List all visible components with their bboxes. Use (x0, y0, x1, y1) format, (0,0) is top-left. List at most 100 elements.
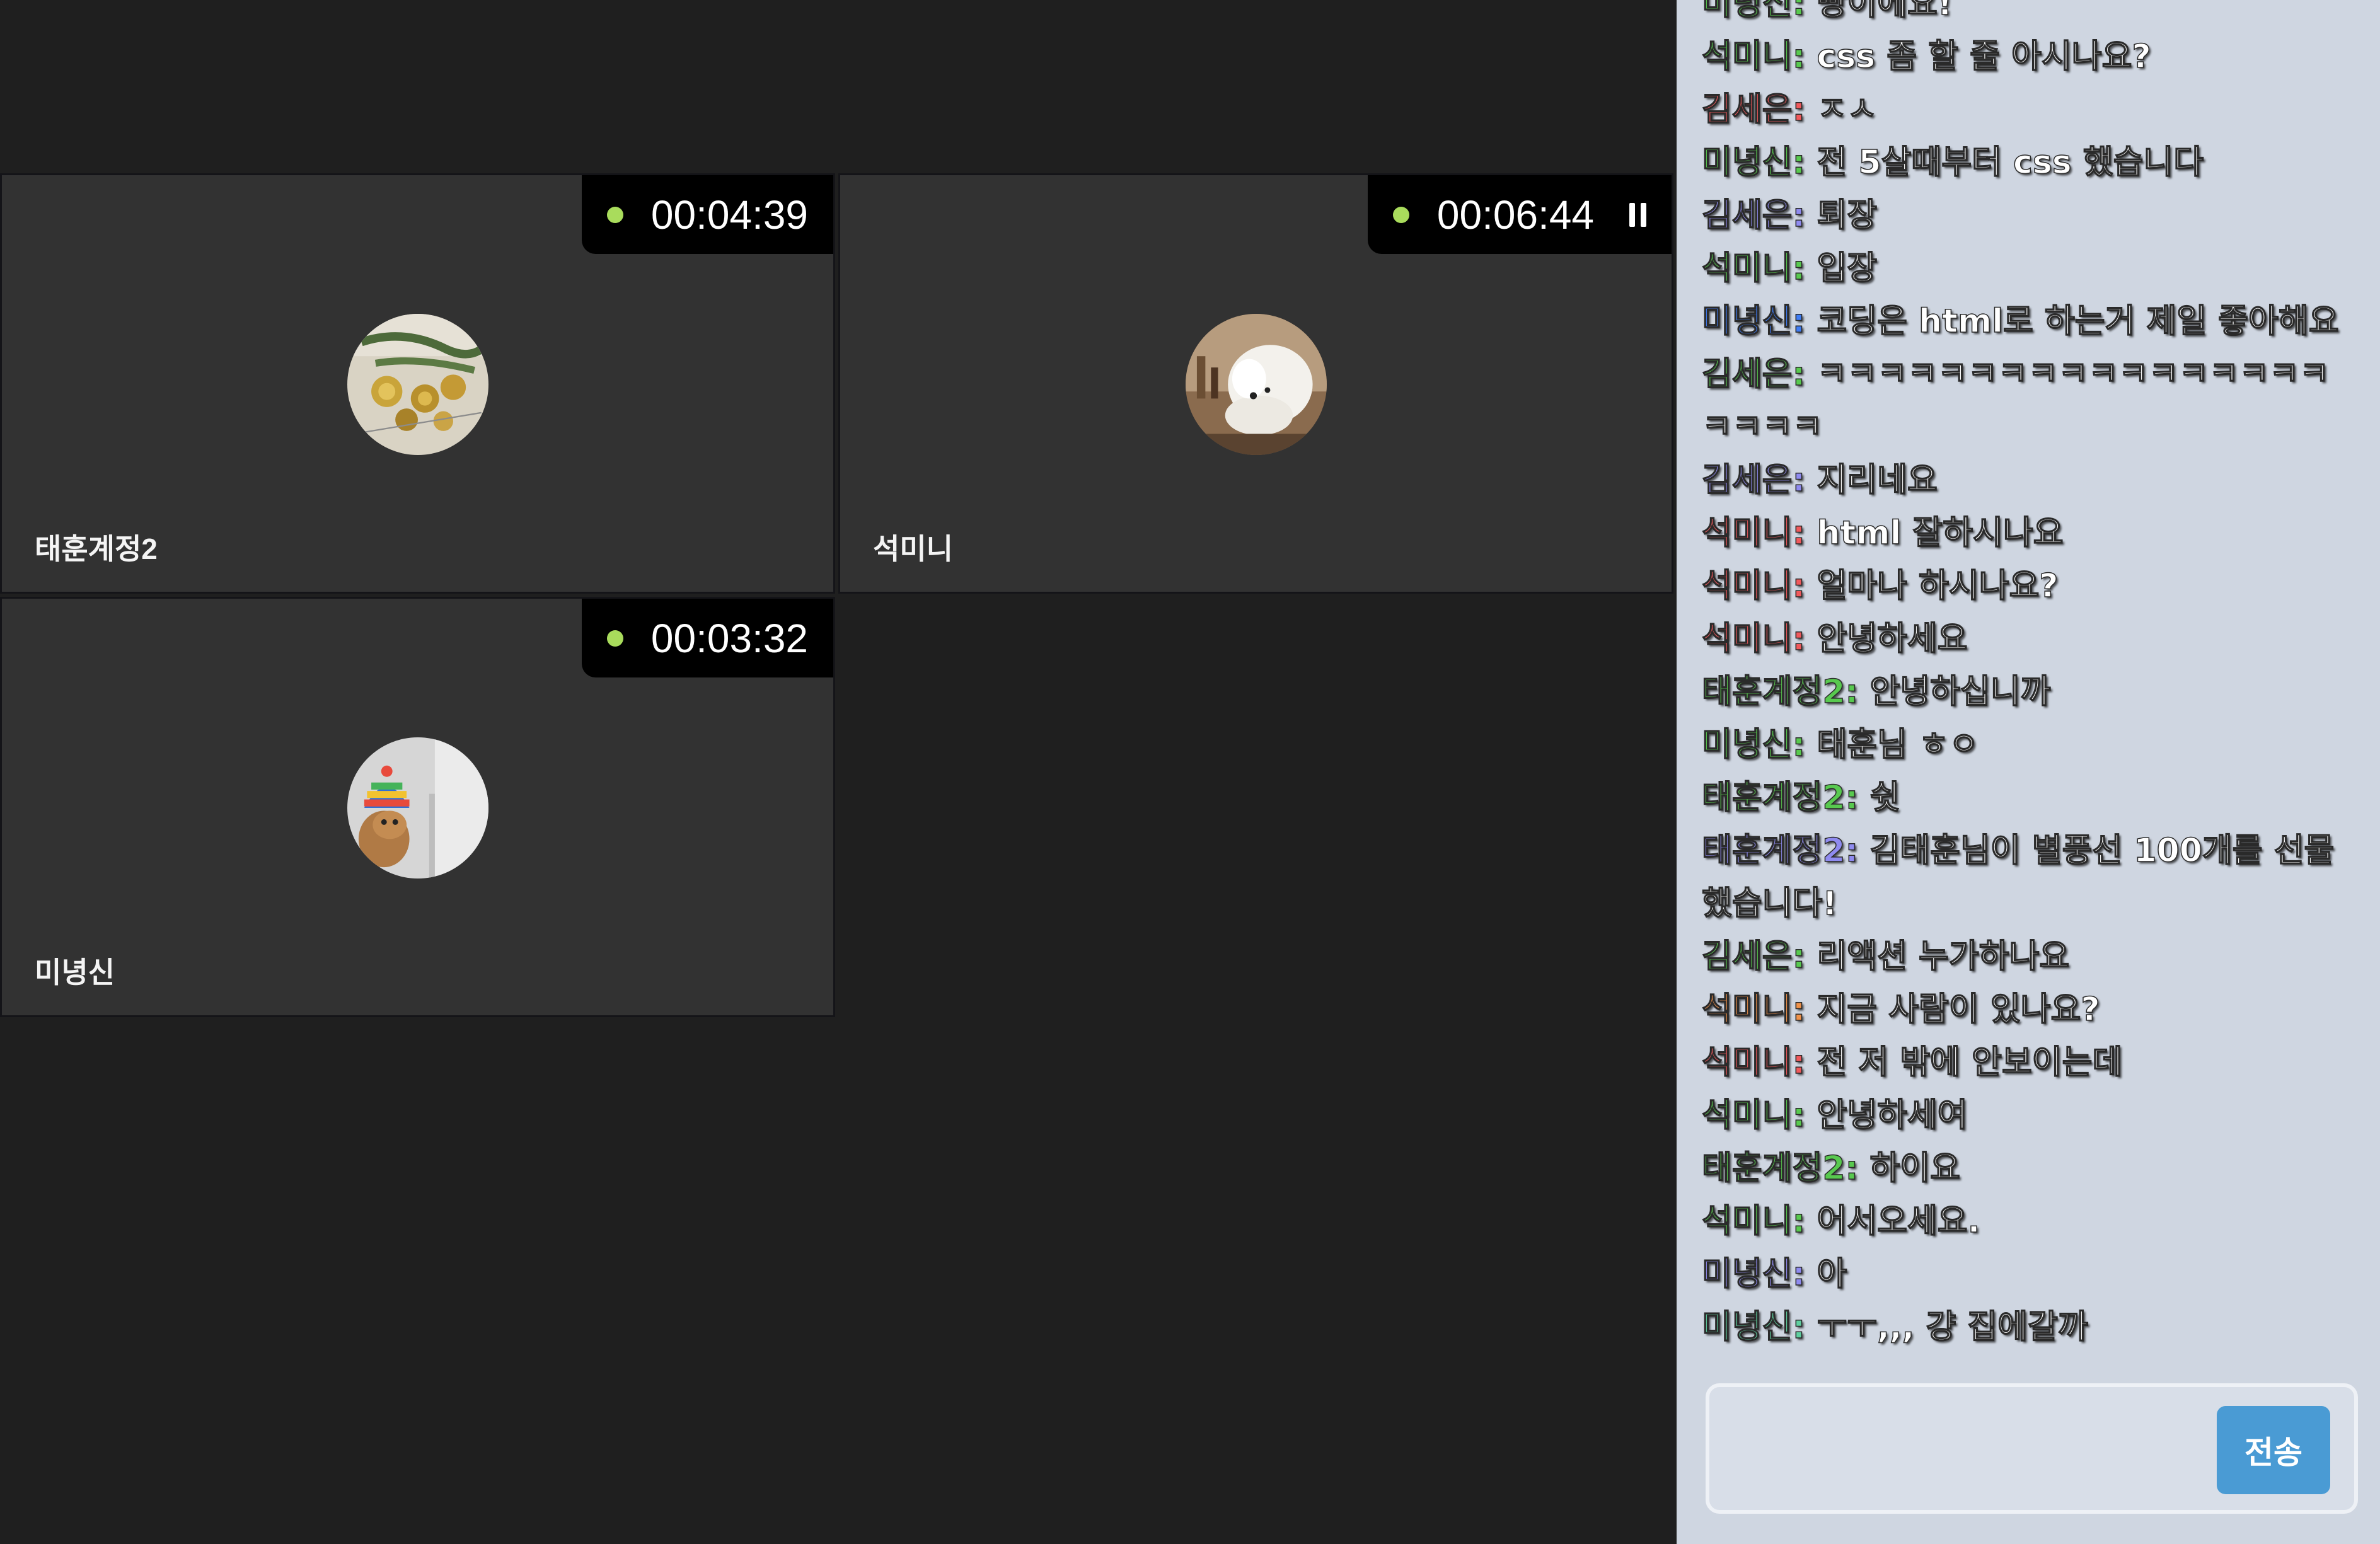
chat-sender-name: 태훈계정2 (1701, 1149, 1846, 1188)
timer-text: 00:04:39 (650, 192, 808, 238)
chat-message-text: 얼마나 하시나요? (1817, 567, 2059, 606)
chat-message: 미녕신: 아 (1701, 1248, 2355, 1301)
chat-message: 태훈계정2: 김태훈님이 별풍선 100개를 선물했습니다! (1701, 824, 2355, 930)
chat-sender-name: 김세은 (1701, 355, 1793, 394)
chat-panel: 미녕신: 빵이에요! 석미니: css 좀 할 줄 아시나요? 김세은: ㅈㅅ 미녕신… (1677, 0, 2380, 1544)
chat-message-text: ㅜㅜ,,, 걍 집에갈까 (1817, 1308, 2089, 1347)
chat-separator: : (1845, 1149, 1870, 1188)
chat-separator: : (1792, 461, 1817, 500)
chat-separator: : (1792, 90, 1817, 129)
chat-message-text: 아 (1817, 1255, 1847, 1294)
chat-sender-name: 미녕신 (1701, 1255, 1793, 1294)
chat-message-text: 입장 (1817, 249, 1878, 288)
chat-sender-name: 김세은 (1701, 461, 1793, 500)
chat-message: 석미니: 안녕하세여 (1701, 1089, 2355, 1142)
chat-message: 미녕신: 코딩은 html로 하는거 제일 좋아해요 (1701, 295, 2355, 348)
chat-separator: : (1792, 1096, 1817, 1135)
chat-message: 석미니: 전 저 밖에 안보이는데 (1701, 1036, 2355, 1089)
chat-message-text: 코딩은 html로 하는거 제일 좋아해요 (1817, 302, 2340, 341)
chat-sender-name: 태훈계정2 (1701, 831, 1846, 870)
chat-message: 석미니: css 좀 할 줄 아시나요? (1701, 30, 2355, 83)
chat-message-text: 지금 사람이 있나요? (1817, 990, 2101, 1029)
participant-name: 태훈계정2 (35, 533, 158, 565)
chat-message: 김세은: 리액션 누가하나요 (1701, 930, 2355, 983)
video-tile[interactable]: 00:03:32 미녕신 (0, 597, 835, 1017)
pause-icon[interactable] (1629, 202, 1646, 228)
chat-message-text: 태훈님 ㅎㅇ (1817, 725, 1980, 764)
chat-separator: : (1792, 619, 1817, 659)
chat-sender-name: 석미니 (1701, 1043, 1793, 1082)
chat-message-text: 안녕하십니까 (1869, 672, 2052, 712)
chat-separator: : (1792, 937, 1817, 976)
chat-separator: : (1792, 1255, 1817, 1294)
send-button[interactable]: 전송 (2217, 1406, 2330, 1494)
chat-separator: : (1792, 37, 1817, 76)
chat-sender-name: 미녕신 (1701, 302, 1793, 341)
chat-sender-name: 석미니 (1701, 37, 1793, 76)
chat-message: 석미니: 지금 사람이 있나요? (1701, 983, 2355, 1036)
chat-message-text: html 잘하시나요 (1817, 514, 2064, 553)
chat-message-list: 미녕신: 빵이에요! 석미니: css 좀 할 줄 아시나요? 김세은: ㅈㅅ 미녕신… (1701, 0, 2355, 1354)
call-timer: 00:06:44 (1367, 175, 1672, 254)
chat-separator: : (1792, 143, 1817, 182)
chat-separator: : (1792, 514, 1817, 553)
timer-text: 00:03:32 (650, 615, 808, 661)
chat-separator: : (1792, 1308, 1817, 1347)
chat-sender-name: 미녕신 (1701, 1308, 1793, 1347)
chat-message-text: 안녕하세여 (1817, 1096, 1968, 1135)
chat-message: 석미니: 얼마나 하시나요? (1701, 560, 2355, 613)
chat-separator: : (1792, 725, 1817, 764)
chat-message-text: 쉿 (1869, 778, 1900, 817)
chat-message: 미녕신: ㅜㅜ,,, 걍 집에갈까 (1701, 1301, 2355, 1354)
chat-input-box: 전송 (1706, 1383, 2358, 1514)
chat-message-text: 전 저 밖에 안보이는데 (1817, 1043, 2123, 1082)
video-tile[interactable]: 00:06:44 석미니 (838, 173, 1673, 594)
chat-separator: : (1792, 567, 1817, 606)
chat-sender-name: 미녕신 (1701, 143, 1793, 182)
chat-sender-name: 김세은 (1701, 196, 1793, 235)
chat-separator: : (1792, 1202, 1817, 1241)
chat-sender-name: 태훈계정2 (1701, 672, 1846, 712)
video-grid: 00:04:39 태훈계정2 00:06:44 석미니 00:03:32 미녕신 (0, 0, 1677, 1544)
chat-message: 태훈계정2: 안녕하십니까 (1701, 665, 2355, 718)
participant-name: 미녕신 (35, 956, 115, 989)
chat-sender-name: 석미니 (1701, 990, 1793, 1029)
chat-separator: : (1792, 1043, 1817, 1082)
chat-separator: : (1792, 990, 1817, 1029)
chat-message: 김세은: 퇴장 (1701, 189, 2355, 242)
chat-message-text: 어서오세요. (1817, 1202, 1980, 1241)
avatar (1185, 314, 1327, 455)
chat-sender-name: 태훈계정2 (1701, 778, 1846, 817)
chat-separator: : (1792, 249, 1817, 288)
chat-sender-name: 석미니 (1701, 249, 1793, 288)
chat-separator: : (1845, 778, 1870, 817)
chat-separator: : (1792, 355, 1817, 394)
chat-message: 석미니: 어서오세요. (1701, 1195, 2355, 1248)
chat-sender-name: 미녕신 (1701, 725, 1793, 764)
chat-message-text: 리액션 누가하나요 (1817, 937, 2070, 976)
chat-message-text: 하이요 (1869, 1149, 1961, 1188)
chat-sender-name: 석미니 (1701, 619, 1793, 659)
chat-message-text: 퇴장 (1817, 196, 1878, 235)
timer-text: 00:06:44 (1436, 192, 1594, 238)
chat-message: 미녕신: 태훈님 ㅎㅇ (1701, 718, 2355, 771)
chat-message: 석미니: 안녕하세요 (1701, 613, 2355, 665)
chat-message: 석미니: 입장 (1701, 242, 2355, 295)
participant-name: 석미니 (873, 533, 953, 565)
live-indicator-icon (606, 206, 623, 223)
avatar (347, 737, 488, 879)
chat-message-text: css 좀 할 줄 아시나요? (1817, 37, 2152, 76)
chat-message-text: 지리네요 (1817, 461, 1938, 500)
chat-sender-name: 미녕신 (1701, 0, 1793, 23)
video-tile[interactable]: 00:04:39 태훈계정2 (0, 173, 835, 594)
live-indicator-icon (606, 630, 623, 647)
chat-separator: : (1845, 831, 1870, 870)
chat-separator: : (1845, 672, 1870, 712)
chat-message: 태훈계정2: 하이요 (1701, 1142, 2355, 1195)
chat-sender-name: 석미니 (1701, 1202, 1793, 1241)
chat-message-text: 안녕하세요 (1817, 619, 1968, 659)
chat-message: 김세은: ㅋㅋㅋㅋㅋㅋㅋㅋㅋㅋㅋㅋㅋㅋㅋㅋㅋㅋㅋㅋㅋ (1701, 348, 2355, 454)
chat-input[interactable] (1722, 1400, 2210, 1499)
chat-message-text: 빵이에요! (1817, 0, 1953, 23)
chat-message-text: 전 5살때부터 css 했습니다 (1817, 143, 2204, 182)
